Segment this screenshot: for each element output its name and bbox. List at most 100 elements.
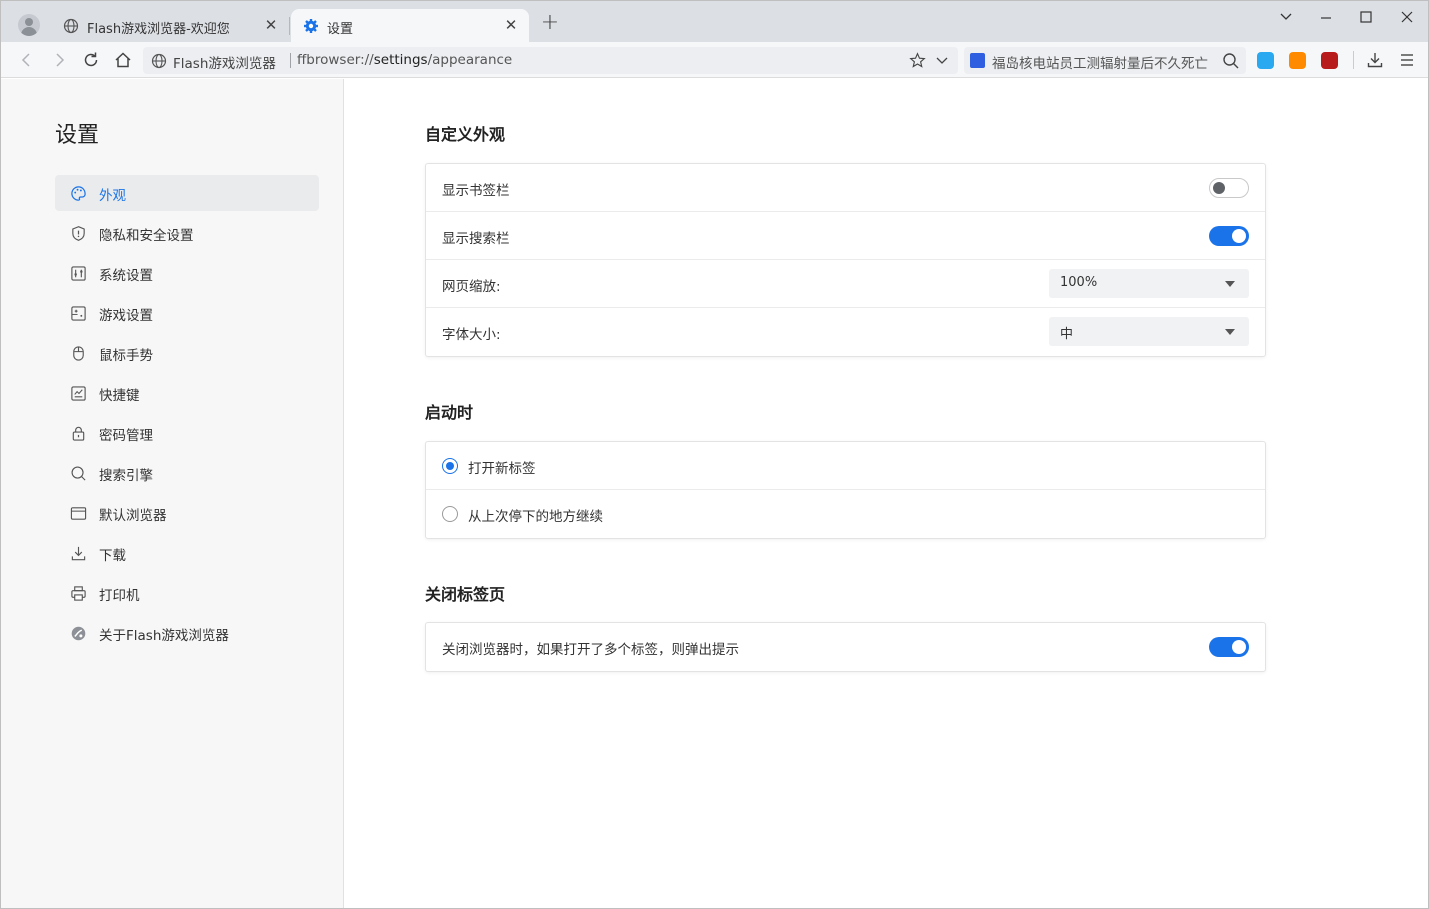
settings-content: 自定义外观 显示书签栏 显示搜索栏 网页缩放: 100% 字体大小: 中 启动时… [345, 79, 1428, 908]
baidu-paw-icon [970, 53, 985, 68]
printer-icon [71, 586, 86, 601]
reload-icon[interactable] [81, 50, 101, 70]
sidebar-item-label: 外观 [99, 188, 126, 204]
sidebar-item-game[interactable]: 游戏设置 [55, 295, 319, 331]
sidebar-item-passwords[interactable]: 密码管理 [55, 415, 319, 451]
extension-orange-icon[interactable] [1289, 52, 1306, 69]
minimize-button[interactable] [1306, 5, 1346, 27]
new-tab-radio[interactable] [442, 458, 458, 474]
back-icon[interactable] [17, 50, 37, 70]
sidebar-item-about[interactable]: 关于Flash游戏浏览器 [55, 615, 319, 651]
sidebar-item-privacy[interactable]: 隐私和安全设置 [55, 215, 319, 251]
search-input[interactable]: 福岛核电站员工测辐射量后不久死亡 [992, 52, 1212, 72]
sidebar-item-label: 搜索引擎 [99, 468, 153, 484]
font-size-select[interactable]: 中 [1049, 317, 1249, 346]
radio-label[interactable]: 打开新标签 [468, 457, 536, 477]
setting-label: 网页缩放: [442, 279, 501, 295]
sidebar-item-label: 下载 [99, 548, 126, 564]
setting-row-close-prompt: 关闭浏览器时，如果打开了多个标签，则弹出提示 [426, 623, 1265, 671]
setting-row-bookmarks-bar: 显示书签栏 [426, 164, 1265, 212]
maximize-button[interactable] [1346, 5, 1386, 27]
keyboard-icon [71, 386, 86, 401]
close-tabs-card: 关闭浏览器时，如果打开了多个标签，则弹出提示 [425, 622, 1266, 672]
zoom-value: 100% [1060, 275, 1098, 290]
globe-icon [63, 18, 79, 34]
sidebar-item-label: 打印机 [99, 588, 140, 604]
sidebar-item-search-engine[interactable]: 搜索引擎 [55, 455, 319, 491]
gear-icon [304, 19, 318, 33]
url-text[interactable]: ffbrowser://settings/appearance [297, 52, 512, 68]
home-icon[interactable] [113, 50, 133, 70]
address-divider [290, 53, 291, 68]
about-logo-icon [71, 626, 86, 641]
search-icon [71, 466, 86, 481]
close-prompt-toggle[interactable] [1209, 637, 1249, 657]
sidebar-item-printer[interactable]: 打印机 [55, 575, 319, 611]
zoom-select[interactable]: 100% [1049, 269, 1249, 298]
startup-option-new-tab: 打开新标签 [426, 442, 1265, 490]
system-icon [71, 266, 86, 281]
flash-extension-icon[interactable] [1321, 52, 1338, 69]
section-title-close-tabs: 关闭标签页 [425, 585, 506, 604]
search-bar-toggle[interactable] [1209, 226, 1249, 246]
globe-icon [151, 53, 167, 69]
address-bar[interactable]: Flash游戏浏览器 ffbrowser://settings/appearan… [143, 47, 958, 74]
tab-welcome[interactable]: Flash游戏浏览器-欢迎您 ✕ [51, 9, 289, 42]
sidebar-item-default-browser[interactable]: 默认浏览器 [55, 495, 319, 531]
new-tab-button[interactable]: + [539, 12, 561, 35]
browser-window: Flash游戏浏览器-欢迎您 ✕ 设置 ✕ + Flash游戏浏览器 ffbro… [0, 0, 1429, 909]
sidebar-item-mouse-gesture[interactable]: 鼠标手势 [55, 335, 319, 371]
browser-window-icon [70, 507, 87, 520]
section-title-appearance: 自定义外观 [425, 125, 506, 144]
setting-label: 字体大小: [442, 327, 501, 343]
appearance-card: 显示书签栏 显示搜索栏 网页缩放: 100% 字体大小: 中 [425, 163, 1266, 357]
sidebar-item-label: 系统设置 [99, 268, 153, 284]
profile-avatar-icon[interactable] [18, 14, 40, 36]
search-box[interactable]: 福岛核电站员工测辐射量后不久死亡 [964, 47, 1246, 74]
tab-list-chevron-icon[interactable] [1266, 5, 1306, 27]
shield-icon [72, 226, 85, 241]
settings-sidebar: 设置 外观 隐私和安全设置 系统设置 游戏设置 鼠标手势 快捷键 密码管理 搜索… [1, 79, 344, 908]
site-name: Flash游戏浏览器 [173, 56, 276, 72]
forward-icon[interactable] [49, 50, 69, 70]
download-icon [71, 546, 86, 561]
download-icon[interactable] [1365, 50, 1385, 70]
sidebar-item-label: 默认浏览器 [99, 508, 167, 524]
setting-row-font-size: 字体大小: 中 [426, 308, 1265, 356]
continue-radio[interactable] [442, 506, 458, 522]
tab-title: Flash游戏浏览器-欢迎您 [87, 22, 230, 37]
close-tab-icon[interactable]: ✕ [263, 17, 279, 33]
sidebar-title: 设置 [55, 123, 100, 148]
close-window-button[interactable] [1387, 5, 1427, 27]
tab-divider [289, 17, 290, 35]
sidebar-item-appearance[interactable]: 外观 [55, 175, 319, 211]
sidebar-item-download[interactable]: 下载 [55, 535, 319, 571]
font-size-value: 中 [1060, 327, 1074, 342]
startup-card: 打开新标签 从上次停下的地方继续 [425, 441, 1266, 539]
bookmarks-bar-toggle[interactable] [1209, 178, 1249, 198]
sidebar-item-label: 关于Flash游戏浏览器 [99, 628, 229, 644]
setting-label: 显示书签栏 [442, 183, 510, 199]
toolbar-divider [1353, 51, 1354, 69]
menu-icon[interactable] [1397, 50, 1417, 70]
setting-row-zoom: 网页缩放: 100% [426, 260, 1265, 308]
caret-down-icon [1225, 281, 1235, 287]
setting-row-search-bar: 显示搜索栏 [426, 212, 1265, 260]
mouse-icon [73, 346, 84, 361]
tab-title: 设置 [327, 22, 354, 37]
tab-strip: Flash游戏浏览器-欢迎您 ✕ 设置 ✕ + [1, 1, 1428, 42]
caret-down-icon [1225, 329, 1235, 335]
sidebar-item-label: 密码管理 [99, 428, 153, 444]
tab-settings[interactable]: 设置 ✕ [291, 9, 529, 42]
extension-blue-icon[interactable] [1257, 52, 1274, 69]
sidebar-item-system[interactable]: 系统设置 [55, 255, 319, 291]
close-tab-icon[interactable]: ✕ [503, 17, 519, 33]
chevron-down-icon[interactable] [935, 54, 949, 68]
star-bookmark-icon[interactable] [909, 52, 926, 69]
navigation-toolbar: Flash游戏浏览器 ffbrowser://settings/appearan… [1, 42, 1428, 78]
sidebar-item-shortcuts[interactable]: 快捷键 [55, 375, 319, 411]
lock-icon [72, 426, 85, 441]
search-icon[interactable] [1222, 52, 1240, 70]
sidebar-item-label: 隐私和安全设置 [99, 228, 194, 244]
radio-label[interactable]: 从上次停下的地方继续 [468, 505, 603, 525]
